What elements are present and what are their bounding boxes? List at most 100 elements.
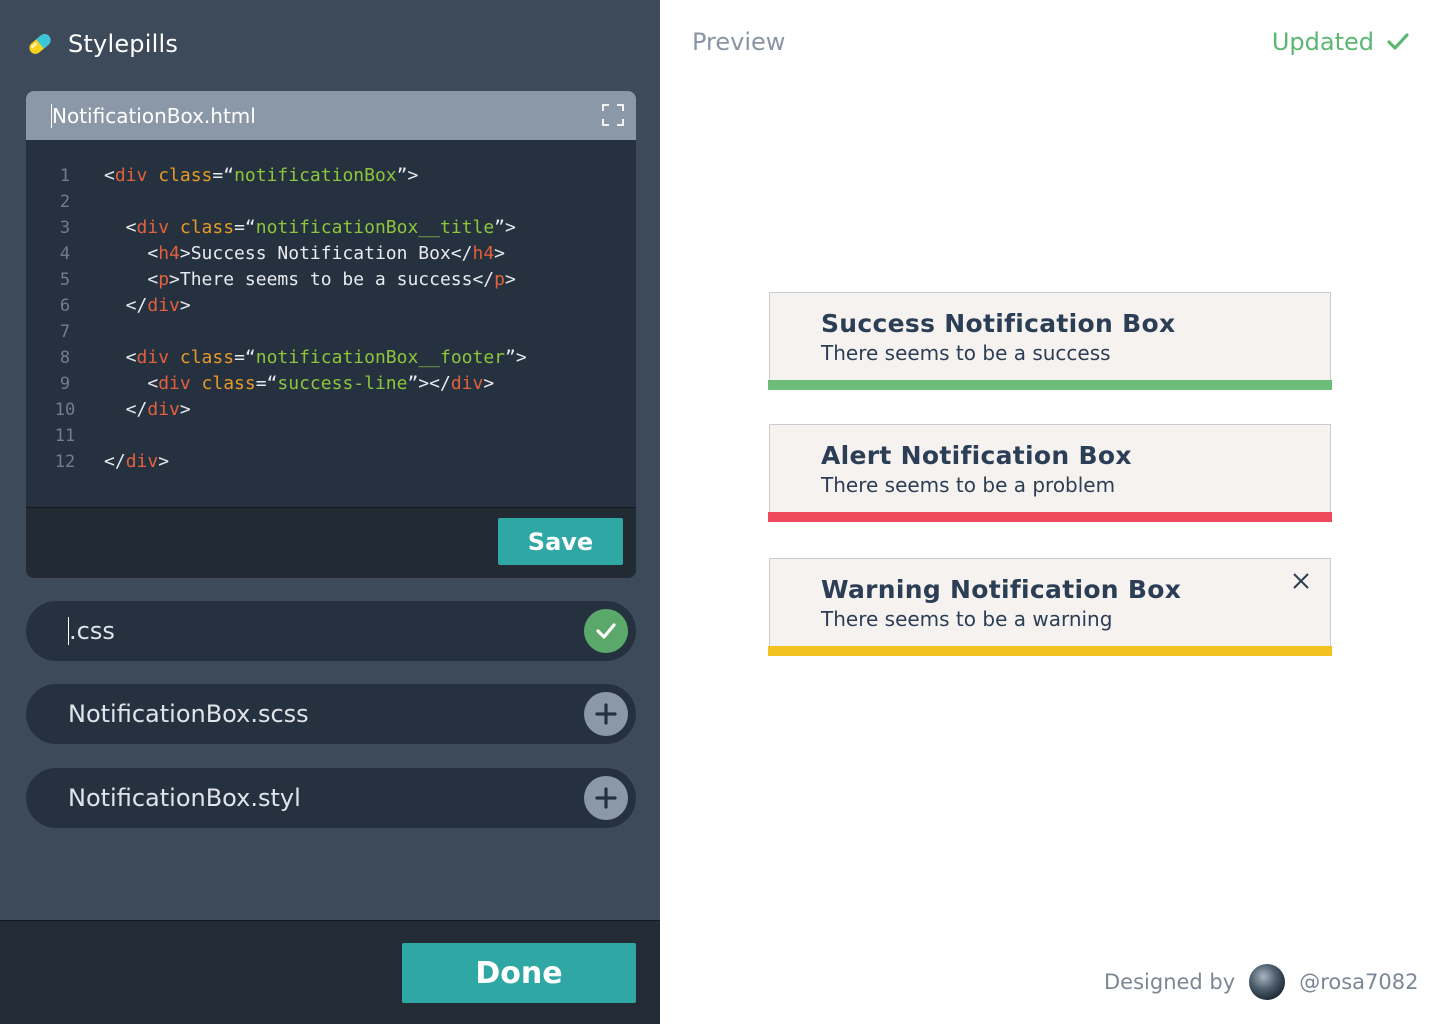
code-token: < xyxy=(104,243,159,264)
notification-text: There seems to be a success xyxy=(821,341,1111,365)
code-token: =“ xyxy=(234,347,256,368)
pill-icon xyxy=(29,34,51,54)
code-area[interactable]: 1 <div class=“notificationBox”> 2 3 <div cl… xyxy=(26,140,636,507)
code-token: class xyxy=(158,165,213,186)
code-line[interactable]: 9 <div class=“success-line”></div> xyxy=(26,371,636,397)
sidebar-footer: Done xyxy=(0,920,660,1024)
code-text: <div class=“notificationBox”> xyxy=(104,163,418,189)
code-token: p xyxy=(158,269,170,290)
code-token: =“ xyxy=(255,373,278,394)
code-line[interactable]: 1 <div class=“notificationBox”> xyxy=(26,163,636,189)
code-token: >There seems to be a success</ xyxy=(169,269,495,290)
notification-title: Warning Notification Box xyxy=(821,575,1182,604)
file-row[interactable]: .css xyxy=(26,601,636,661)
code-text: <div class=“notificationBox__title”> xyxy=(104,215,516,241)
code-token: < xyxy=(104,165,115,186)
code-token: > xyxy=(494,243,506,264)
code-token: class xyxy=(179,217,235,238)
notification-text: There seems to be a warning xyxy=(821,607,1113,631)
notification-body: Warning Notification Box There seems to b… xyxy=(769,558,1331,646)
check-icon xyxy=(1387,33,1409,50)
code-text: </div> xyxy=(104,449,169,475)
save-button[interactable]: Save xyxy=(498,518,623,565)
code-token: notificationBox__footer xyxy=(255,347,505,368)
code-text: <h4>Success Notification Box</h4> xyxy=(104,241,505,267)
code-token: >Success Notification Box</ xyxy=(179,243,473,264)
line-number: 11 xyxy=(54,426,76,446)
notification-footer-line xyxy=(768,646,1332,656)
add-file-button[interactable] xyxy=(584,692,628,736)
code-token: div xyxy=(136,347,170,368)
author-handle[interactable]: @rosa7082 xyxy=(1299,970,1418,994)
code-line[interactable]: 4 <h4>Success Notification Box</h4> xyxy=(26,241,636,267)
line-number: 4 xyxy=(59,244,71,264)
code-token: </ xyxy=(104,399,148,420)
file-name: NotificationBox.scss xyxy=(68,700,309,728)
code-token: class xyxy=(201,373,256,394)
expand-icon[interactable] xyxy=(602,104,624,126)
code-token: p xyxy=(494,269,505,290)
code-text: </div> xyxy=(104,293,191,319)
code-token: < xyxy=(104,373,159,394)
line-number: 10 xyxy=(54,400,76,420)
code-line[interactable]: 2 xyxy=(26,189,636,215)
editor-filename-input[interactable]: NotificationBox.html xyxy=(51,103,256,128)
app-name: Stylepills xyxy=(68,30,179,58)
file-row[interactable]: NotificationBox.styl xyxy=(26,768,636,828)
done-button[interactable]: Done xyxy=(402,943,636,1003)
code-line[interactable]: 8 <div class=“notificationBox__footer”> xyxy=(26,345,636,371)
code-line[interactable]: 3 <div class=“notificationBox__title”> xyxy=(26,215,636,241)
notification-box: Alert Notification Box There seems to be … xyxy=(768,424,1332,522)
avatar[interactable] xyxy=(1249,964,1286,1000)
file-saved-button[interactable] xyxy=(584,609,628,653)
file-row[interactable]: NotificationBox.scss xyxy=(26,684,636,744)
code-token: ”></ xyxy=(407,373,451,394)
code-token: ”> xyxy=(396,165,419,186)
code-token: div xyxy=(125,451,159,472)
line-number: 9 xyxy=(59,374,71,394)
code-text: <p>There seems to be a success</p> xyxy=(104,267,515,293)
code-editor: NotificationBox.html 1 <div class=“notifi… xyxy=(26,91,636,578)
close-icon[interactable] xyxy=(1292,572,1310,590)
code-text: <div class=“success-line”></div> xyxy=(104,371,494,397)
notification-box: Warning Notification Box There seems to b… xyxy=(768,558,1332,656)
code-line[interactable]: 10 </div> xyxy=(26,397,636,423)
plus-icon xyxy=(595,703,617,725)
code-token: div xyxy=(114,165,148,186)
notification-box: Success Notification Box There seems to b… xyxy=(768,292,1332,390)
code-token: div xyxy=(450,373,484,394)
sidebar: Stylepills NotificationBox.html 1 <div cl… xyxy=(0,0,660,1024)
code-token: > xyxy=(179,399,191,420)
code-line[interactable]: 6 </div> xyxy=(26,293,636,319)
file-name: NotificationBox.styl xyxy=(68,784,301,812)
code-line[interactable]: 5 <p>There seems to be a success</p> xyxy=(26,267,636,293)
code-line[interactable]: 11 xyxy=(26,423,636,449)
code-token: div xyxy=(147,295,180,316)
code-token: > xyxy=(483,373,495,394)
code-token: notificationBox xyxy=(234,165,397,186)
editor-footer: Save xyxy=(26,507,636,578)
file-name: .css xyxy=(68,617,115,645)
code-token: success-line xyxy=(277,373,408,394)
line-number: 2 xyxy=(59,192,71,212)
add-file-button[interactable] xyxy=(584,776,628,820)
code-token: > xyxy=(158,451,170,472)
code-line[interactable]: 7 xyxy=(26,319,636,345)
notification-text: There seems to be a problem xyxy=(821,473,1116,497)
line-number: 12 xyxy=(54,452,76,472)
updated-label: Updated xyxy=(1271,28,1374,56)
notification-title: Success Notification Box xyxy=(821,309,1176,338)
brand: Stylepills xyxy=(26,30,178,58)
code-token: =“ xyxy=(212,165,235,186)
line-number: 7 xyxy=(59,322,71,342)
code-token: </ xyxy=(104,295,148,316)
check-icon xyxy=(596,623,616,639)
code-token: > xyxy=(179,295,191,316)
editor-header: NotificationBox.html xyxy=(26,91,636,140)
preview-title: Preview xyxy=(692,28,786,56)
code-line[interactable]: 12 </div> xyxy=(26,449,636,475)
